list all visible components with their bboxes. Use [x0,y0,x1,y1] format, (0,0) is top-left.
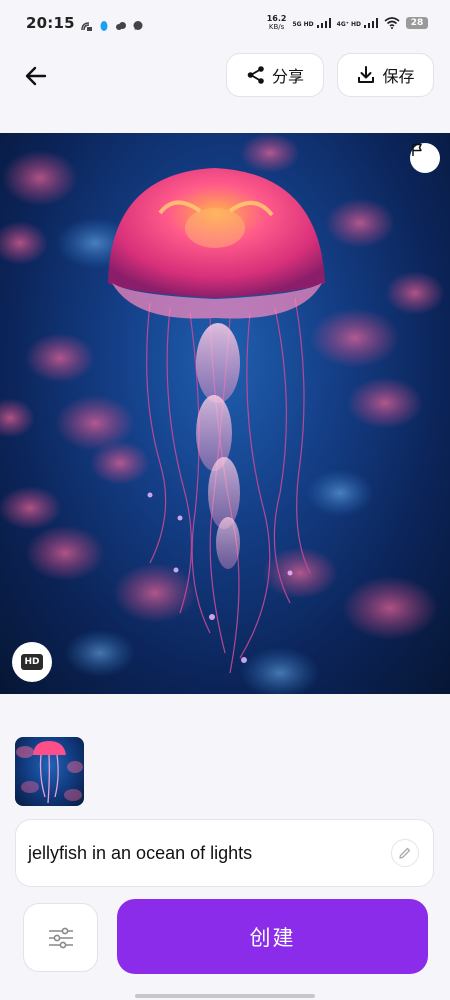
status-bar: 20:15 16.2 KB/s 5G HD 4G⁺ HD 28 [0,0,450,46]
sliders-icon [48,927,73,948]
edit-prompt-button[interactable] [391,839,419,867]
flag-icon [412,143,422,156]
home-indicator[interactable] [135,994,315,998]
download-icon [358,66,375,83]
oral-arms [196,323,240,569]
thumbnail-jellyfish [16,741,83,804]
image-thumbnail[interactable] [15,737,84,806]
signal-icon [364,18,378,28]
sim2-signal: 4G⁺ HD [337,18,378,28]
prompt-field[interactable]: jellyfish in an ocean of lights [15,819,434,887]
create-button[interactable]: 创建 [117,899,428,974]
status-left: 20:15 [26,14,144,32]
battery-icon: 28 [406,17,428,29]
net-speed-unit: KB/s [268,23,285,31]
status-right: 16.2 KB/s 5G HD 4G⁺ HD 28 [267,15,428,31]
hd-button[interactable]: HD [12,642,52,682]
share-icon [247,66,264,84]
prompt-text: jellyfish in an ocean of lights [28,842,253,863]
status-time: 20:15 [26,14,75,32]
net-speed-value: 16.2 [266,14,287,23]
save-label: 保存 [382,67,415,86]
hd-badge: HD [21,654,43,670]
jellyfish-artwork [0,133,445,694]
share-label: 分享 [271,67,304,86]
back-button[interactable] [18,56,54,96]
qq-icon [98,17,110,31]
cloud-icon [115,17,127,30]
jellyfish-bell [108,168,325,319]
generated-image[interactable]: HD [0,133,450,694]
sim1-signal: 5G HD [292,18,331,28]
signal-icon [316,18,331,28]
report-button[interactable] [410,143,440,173]
sim1-label: 5G HD [292,21,314,28]
network-speed: 16.2 KB/s [266,14,287,32]
save-button[interactable]: 保存 [337,53,434,97]
share-button[interactable]: 分享 [226,53,324,97]
wifi-icon [384,17,400,29]
sim2-label: 4G⁺ HD [336,21,361,28]
wireless-charging-icon [81,17,93,31]
pencil-icon [399,847,411,859]
message-icon [132,17,144,30]
arrow-left-icon [25,66,47,86]
notification-icons [81,17,144,31]
settings-button[interactable] [23,903,98,972]
